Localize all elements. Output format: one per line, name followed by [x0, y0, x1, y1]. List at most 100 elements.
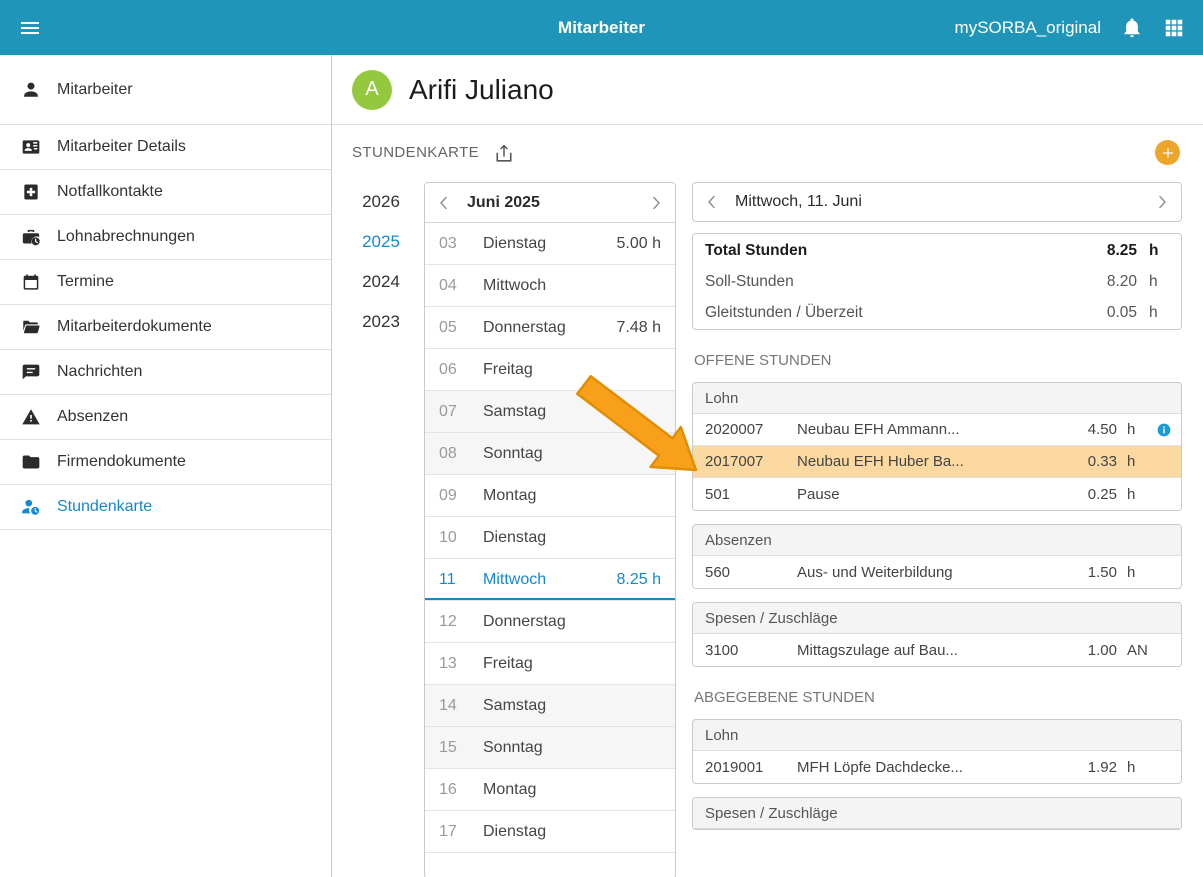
day-row[interactable]: 03 Dienstag 5.00 h: [425, 223, 675, 265]
month-panel: Juni 2025 03 Dienstag 5.00 h 04: [424, 182, 676, 877]
notifications-button[interactable]: [1121, 17, 1143, 39]
day-row[interactable]: 12 Donnerstag: [425, 601, 675, 643]
year-item[interactable]: 2026: [352, 182, 410, 222]
day-row[interactable]: 07 Samstag: [425, 391, 675, 433]
group-abgegebene-lohn: Lohn 2019001 MFH Löpfe Dachdecke... 1.92…: [692, 719, 1182, 784]
day-name: Dienstag: [483, 529, 597, 547]
day-row[interactable]: 15 Sonntag: [425, 727, 675, 769]
menu-icon: [18, 16, 42, 40]
row-value: 1.92: [1065, 759, 1117, 776]
day-row[interactable]: 11 Mittwoch 8.25 h: [425, 559, 675, 601]
day-hours: 5.00 h: [597, 235, 661, 253]
group-header: Lohn: [693, 720, 1181, 751]
upload-button[interactable]: [493, 142, 515, 164]
menu-button[interactable]: [18, 16, 42, 40]
day-row[interactable]: 16 Montag: [425, 769, 675, 811]
group-header: Lohn: [693, 383, 1181, 414]
month-title: Juni 2025: [467, 194, 647, 212]
day-name: Mittwoch: [483, 571, 597, 589]
row-description: Pause: [797, 486, 1065, 503]
summary-value: 8.25: [1085, 242, 1137, 260]
day-row[interactable]: 04 Mittwoch: [425, 265, 675, 307]
sidebar-item[interactable]: Termine: [0, 260, 331, 305]
day-number: 11: [439, 571, 483, 589]
row-code: 2019001: [705, 759, 797, 776]
topbar-right: mySORBA_original: [955, 17, 1185, 39]
row-value: 1.50: [1065, 564, 1117, 581]
day-row[interactable]: 05 Donnerstag 7.48 h: [425, 307, 675, 349]
day-hours: 7.48 h: [597, 319, 661, 337]
hours-row[interactable]: 2017007 Neubau EFH Huber Ba... 0.33 h: [693, 446, 1181, 478]
row-code: 2020007: [705, 421, 797, 438]
sidebar-item[interactable]: Absenzen: [0, 395, 331, 440]
day-number: 12: [439, 613, 483, 631]
group-header: Spesen / Zuschläge: [693, 603, 1181, 634]
day-title: Mittwoch, 11. Juni: [735, 193, 1153, 211]
section-label-abgegebene: ABGEGEBENE STUNDEN: [694, 689, 1180, 706]
row-description: MFH Löpfe Dachdecke...: [797, 759, 1065, 776]
sidebar-item[interactable]: Lohnabrechnungen: [0, 215, 331, 260]
person-icon: [21, 80, 41, 100]
day-panel: Mittwoch, 11. Juni Total Stunden 8.25 h: [692, 182, 1182, 877]
day-number: 03: [439, 235, 483, 253]
chevron-left-icon: [703, 193, 721, 211]
summary-row: Total Stunden 8.25 h: [693, 235, 1181, 266]
prev-month-button[interactable]: [435, 194, 453, 212]
info-icon[interactable]: [1156, 422, 1172, 438]
apps-button[interactable]: [1163, 17, 1185, 39]
group-abgegebene-spesen: Spesen / Zuschläge: [692, 797, 1182, 830]
year-item[interactable]: 2024: [352, 262, 410, 302]
row-unit: h: [1117, 564, 1147, 581]
next-day-button[interactable]: [1153, 193, 1171, 211]
group-rows: 560 Aus- und Weiterbildung 1.50 h: [693, 556, 1181, 588]
day-number: 14: [439, 697, 483, 715]
sidebar-item[interactable]: Stundenkarte: [0, 485, 331, 530]
bell-icon: [1121, 17, 1143, 39]
prev-day-button[interactable]: [703, 193, 721, 211]
sidebar-item[interactable]: Firmendokumente: [0, 440, 331, 485]
day-name: Samstag: [483, 697, 597, 715]
avatar: A: [352, 70, 392, 110]
day-name: Sonntag: [483, 445, 597, 463]
page-title: Mitarbeiter: [558, 18, 645, 38]
hours-row[interactable]: 2020007 Neubau EFH Ammann... 4.50 h: [693, 414, 1181, 446]
hours-row[interactable]: 2019001 MFH Löpfe Dachdecke... 1.92 h: [693, 751, 1181, 783]
year-list: 2026202520242023: [352, 182, 410, 877]
day-row[interactable]: 17 Dienstag: [425, 811, 675, 853]
day-hours: 8.25 h: [597, 571, 661, 589]
row-description: Neubau EFH Huber Ba...: [797, 453, 1065, 470]
day-row[interactable]: 13 Freitag: [425, 643, 675, 685]
next-month-button[interactable]: [647, 194, 665, 212]
group-header: Spesen / Zuschläge: [693, 798, 1181, 829]
chevron-right-icon: [647, 194, 665, 212]
chevron-left-icon: [435, 194, 453, 212]
day-number: 04: [439, 277, 483, 295]
day-row[interactable]: 09 Montag: [425, 475, 675, 517]
sidebar-item[interactable]: Mitarbeiter Details: [0, 125, 331, 170]
sidebar-item-mitarbeiter[interactable]: Mitarbeiter: [0, 55, 331, 125]
calendar-icon: [21, 272, 41, 292]
day-number: 09: [439, 487, 483, 505]
row-description: Neubau EFH Ammann...: [797, 421, 1065, 438]
sidebar-item[interactable]: Nachrichten: [0, 350, 331, 395]
add-entry-button[interactable]: [1155, 140, 1180, 165]
row-unit: h: [1117, 759, 1147, 776]
hours-row[interactable]: 3100 Mittagszulage auf Bau... 1.00 AN: [693, 634, 1181, 666]
sidebar-item[interactable]: Notfallkontakte: [0, 170, 331, 215]
hours-row[interactable]: 501 Pause 0.25 h: [693, 478, 1181, 510]
day-number: 16: [439, 781, 483, 799]
layout: Mitarbeiter Mitarbeiter Details Notfallk…: [0, 55, 1203, 877]
day-row[interactable]: 06 Freitag: [425, 349, 675, 391]
hours-row[interactable]: 560 Aus- und Weiterbildung 1.50 h: [693, 556, 1181, 588]
day-row[interactable]: 14 Samstag: [425, 685, 675, 727]
year-item[interactable]: 2023: [352, 302, 410, 342]
group-offene-absenzen: Absenzen 560 Aus- und Weiterbildung 1.50…: [692, 524, 1182, 589]
sidebar-item-label: Notfallkontakte: [57, 183, 163, 201]
year-item[interactable]: 2025: [352, 222, 410, 262]
row-value: 4.50: [1065, 421, 1117, 438]
day-number: 07: [439, 403, 483, 421]
day-row[interactable]: 10 Dienstag: [425, 517, 675, 559]
day-row[interactable]: 08 Sonntag: [425, 433, 675, 475]
sidebar-item[interactable]: Mitarbeiterdokumente: [0, 305, 331, 350]
day-name: Donnerstag: [483, 613, 597, 631]
